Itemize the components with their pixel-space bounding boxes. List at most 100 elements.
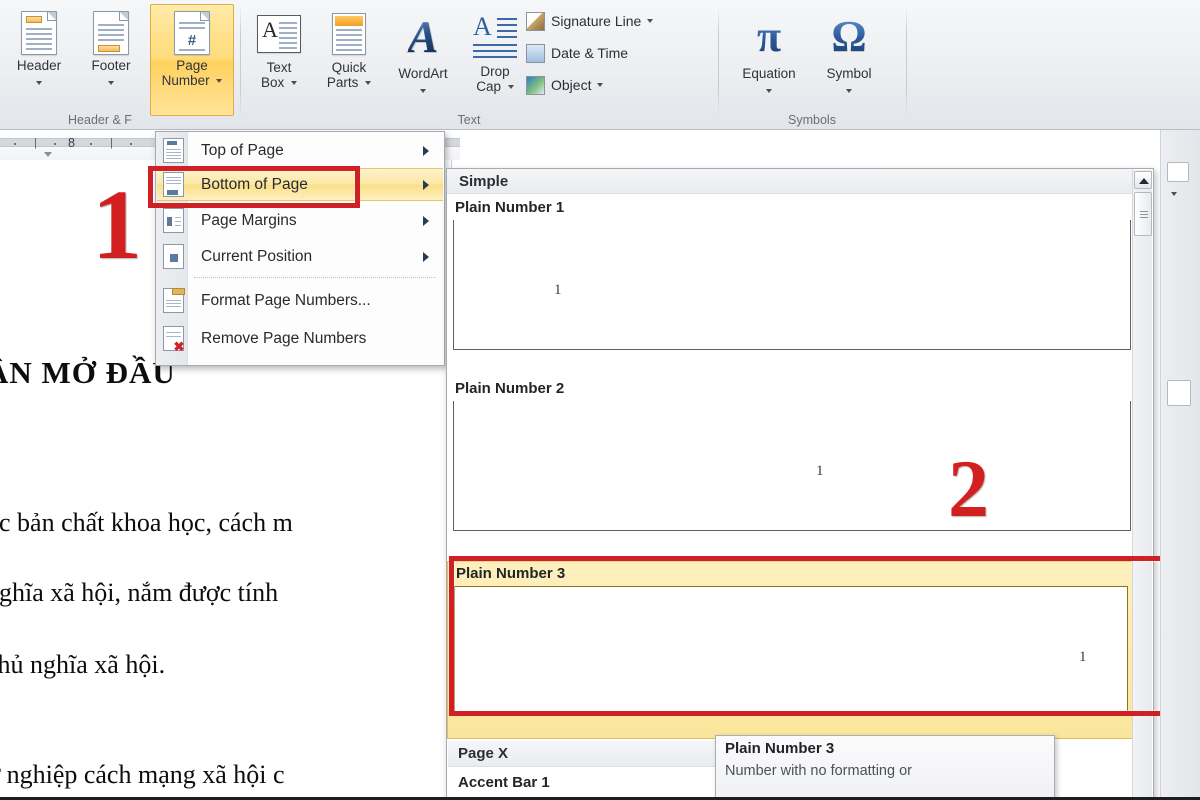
wordart-icon: A <box>407 11 439 62</box>
scroll-up-button[interactable] <box>1134 171 1152 189</box>
remove-page-numbers-icon: ✖ <box>163 325 185 353</box>
menu-separator <box>194 277 436 278</box>
object-label: Object <box>551 77 592 93</box>
text-box-label-line1: Text <box>266 60 292 75</box>
symbol-button[interactable]: Ω Symbol <box>810 4 888 116</box>
remove-page-numbers-label: Remove Page Numbers <box>201 329 367 347</box>
menu-item-remove-page-numbers[interactable]: ✖ Remove Page Numbers <box>157 322 443 355</box>
object-caret-icon[interactable] <box>597 83 604 87</box>
tooltip-title: Plain Number 3 <box>725 740 835 757</box>
page-number-caret-icon[interactable] <box>216 79 223 84</box>
equation-caret-icon[interactable] <box>766 88 772 93</box>
plain-number-2-preview: 1 <box>453 401 1131 531</box>
drop-cap-label-line1: Drop <box>480 64 510 79</box>
tooltip-description: Number with no formatting or <box>725 763 912 779</box>
ribbon-group-text: A Text Box Quick Parts A WordArt A Drop … <box>244 0 714 130</box>
header-caret-icon[interactable] <box>36 80 42 85</box>
right-edge-caret-icon[interactable] <box>1171 192 1177 196</box>
gallery-section-label: Simple <box>459 172 509 190</box>
signature-line-label: Signature Line <box>551 13 642 29</box>
plain-number-1-preview: 1 <box>453 220 1131 350</box>
page-number-doc-icon: # <box>174 11 210 55</box>
menu-item-page-margins[interactable]: Page Margins <box>157 204 443 237</box>
text-box-button[interactable]: A Text Box <box>246 4 312 116</box>
right-edge-chip-1 <box>1167 162 1189 182</box>
date-time-label: Date & Time <box>551 45 629 61</box>
annotation-box-plain-number-3 <box>449 556 1171 716</box>
word-window: Header Footer # Page Number Header & F A… <box>0 0 1200 800</box>
quick-parts-icon <box>332 13 366 55</box>
current-position-label: Current Position <box>201 247 313 265</box>
signature-line-icon <box>526 11 545 31</box>
footer-caret-icon[interactable] <box>108 80 114 85</box>
document-line-2: nghĩa xã hội, nắm được tính <box>0 578 279 607</box>
group-divider-3 <box>906 6 907 118</box>
page-number-label-line2: Number <box>162 73 223 88</box>
wordart-label: WordArt <box>398 66 448 81</box>
ribbon-group-symbols: π Equation Ω Symbol Symbols <box>722 0 902 130</box>
menu-item-top-of-page[interactable]: Top of Page <box>157 134 443 167</box>
document-line-3: chủ nghĩa xã hội. <box>0 650 166 679</box>
header-button[interactable]: Header <box>6 4 72 116</box>
drop-cap-caret-icon[interactable] <box>507 85 514 90</box>
quick-parts-label-line1: Quick <box>331 60 367 75</box>
ruler-tick-label: 8 <box>68 136 75 150</box>
drop-cap-icon: A <box>473 14 517 58</box>
page-margins-icon <box>163 207 185 234</box>
gallery-section-simple: Simple <box>447 169 1135 194</box>
bottom-of-page-submenu-arrow-icon <box>423 179 429 190</box>
right-edge-panel <box>1160 130 1200 800</box>
format-page-numbers-label: Format Page Numbers... <box>201 291 371 309</box>
menu-item-format-page-numbers[interactable]: Format Page Numbers... <box>157 284 443 317</box>
date-time-command[interactable]: Date & Time <box>526 40 628 66</box>
page-margins-submenu-arrow-icon <box>423 215 429 226</box>
group-label-header-footer: Header & F <box>68 113 132 127</box>
header-doc-icon <box>21 11 57 55</box>
menu-item-current-position[interactable]: Current Position <box>157 240 443 273</box>
header-label: Header <box>16 58 62 73</box>
plain-number-2-preview-value: 1 <box>816 463 824 479</box>
date-time-icon <box>526 43 545 63</box>
footer-button[interactable]: Footer <box>78 4 144 116</box>
equation-label: Equation <box>742 66 796 81</box>
signature-line-command[interactable]: Signature Line <box>526 8 654 34</box>
quick-parts-caret-icon[interactable] <box>365 81 372 86</box>
gallery-item-plain-number-2[interactable]: Plain Number 2 1 <box>447 377 1135 555</box>
symbol-label: Symbol <box>826 66 872 81</box>
annotation-step-2: 2 <box>948 443 989 534</box>
object-command[interactable]: Object <box>526 72 604 98</box>
current-position-icon <box>163 243 185 270</box>
group-divider-1 <box>240 6 241 118</box>
document-line-4: ự nghiệp cách mạng xã hội c <box>0 760 285 789</box>
accent-bar-1-label: Accent Bar 1 <box>458 773 550 791</box>
page-number-button[interactable]: # Page Number <box>150 4 234 116</box>
equation-button[interactable]: π Equation <box>730 4 808 116</box>
gallery-item-accent-bar-1[interactable]: Accent Bar 1 <box>448 768 718 796</box>
top-of-page-submenu-arrow-icon <box>423 145 429 156</box>
top-of-page-icon <box>163 137 185 164</box>
ruler-indent-marker[interactable] <box>44 152 52 157</box>
current-position-submenu-arrow-icon <box>423 251 429 262</box>
symbol-caret-icon[interactable] <box>846 88 852 93</box>
text-box-icon: A <box>257 15 301 53</box>
ribbon: Header Footer # Page Number Header & F A… <box>0 0 1200 130</box>
annotation-box-bottom-of-page <box>148 166 360 208</box>
quick-parts-label-line2: Parts <box>327 75 372 90</box>
gallery-item-plain-number-1[interactable]: Plain Number 1 1 <box>447 196 1135 374</box>
page-margins-label: Page Margins <box>201 211 297 229</box>
text-box-caret-icon[interactable] <box>291 81 298 86</box>
plain-number-2-label: Plain Number 2 <box>455 380 565 397</box>
wordart-caret-icon[interactable] <box>420 88 426 93</box>
format-page-numbers-icon <box>163 287 185 314</box>
text-box-label-line2: Box <box>261 75 298 90</box>
object-icon <box>526 75 545 95</box>
footer-doc-icon <box>93 11 129 55</box>
wordart-button[interactable]: A WordArt <box>386 4 460 116</box>
scrollbar-thumb[interactable] <box>1134 192 1152 236</box>
group-divider-2 <box>718 6 719 118</box>
quick-parts-button[interactable]: Quick Parts <box>316 4 382 116</box>
signature-line-caret-icon[interactable] <box>647 19 654 23</box>
pi-icon: π <box>756 12 782 61</box>
drop-cap-button[interactable]: A Drop Cap <box>462 4 528 116</box>
chevron-up-icon <box>1139 178 1149 184</box>
